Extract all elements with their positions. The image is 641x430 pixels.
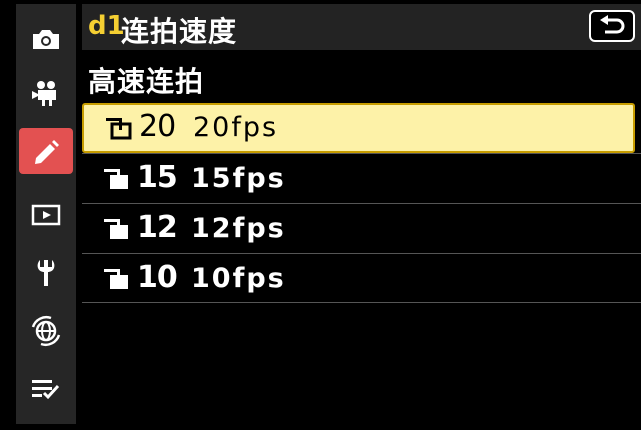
option-code: 10 (137, 260, 178, 295)
tab-my-menu[interactable] (19, 366, 73, 412)
menu-item-code: d1 (88, 11, 125, 41)
option-code: 20 (139, 109, 176, 144)
option-row-15fps[interactable]: 15 15fps (82, 153, 641, 203)
wrench-icon (37, 260, 55, 286)
pencil-icon (35, 140, 59, 164)
network-icon (31, 315, 61, 347)
playback-icon (31, 204, 61, 226)
option-label: 10fps (191, 263, 286, 294)
page-title: 连拍速度 (121, 15, 238, 48)
tab-setup-menu[interactable] (19, 250, 73, 296)
continuous-shooting-icon (104, 169, 128, 189)
section-heading: 高速连拍 (88, 65, 205, 98)
movie-camera-icon (32, 81, 56, 106)
list-check-icon (32, 380, 60, 400)
option-label: 12fps (191, 213, 286, 244)
tab-photo-shooting-menu[interactable] (19, 16, 73, 62)
tab-playback-menu[interactable] (19, 192, 73, 238)
option-row-20fps[interactable]: 20 20fps (82, 103, 635, 153)
camera-icon (33, 30, 59, 49)
tab-network-menu[interactable] (19, 308, 73, 354)
continuous-shooting-icon (104, 219, 128, 239)
option-row-10fps[interactable]: 10 10fps (82, 253, 641, 303)
option-label: 15fps (191, 163, 286, 194)
continuous-shooting-icon (104, 269, 128, 289)
option-row-12fps[interactable]: 12 12fps (82, 203, 641, 253)
option-code: 12 (137, 210, 178, 245)
menu-header: d1 连拍速度 (82, 4, 641, 50)
back-button[interactable] (589, 10, 635, 42)
option-code: 15 (137, 160, 178, 195)
tab-movie-recording-menu[interactable] (19, 70, 73, 116)
option-list: 20 20fps 15 15fps 12 12fps 10 10fps (82, 103, 641, 303)
menu-tab-strip (16, 4, 76, 424)
option-label: 20fps (193, 112, 279, 143)
return-arrow-icon (600, 15, 625, 34)
continuous-shooting-icon (106, 118, 132, 140)
tab-custom-settings-menu[interactable] (19, 128, 73, 174)
